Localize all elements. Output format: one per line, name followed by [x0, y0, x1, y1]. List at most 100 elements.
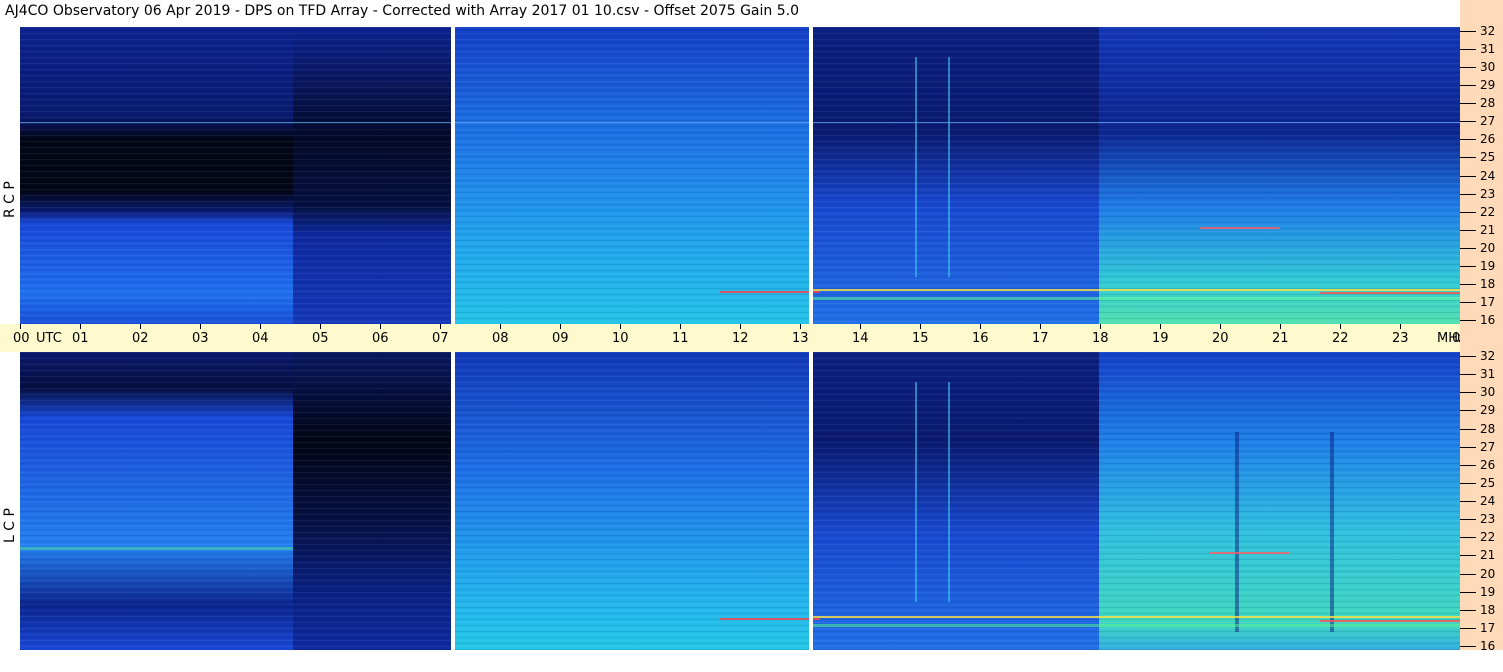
- lcp-spectrogram: [20, 352, 1460, 650]
- time-unit-label: UTC: [36, 331, 62, 346]
- time-tick-3: 03: [192, 331, 209, 346]
- data-gap-1: [451, 27, 455, 324]
- freq-tick-mark: [1460, 519, 1476, 520]
- time-tick-mark: [1160, 324, 1161, 329]
- time-tick-9: 09: [552, 331, 569, 346]
- time-tick-15: 15: [912, 331, 929, 346]
- freq-tick-mark: [1460, 537, 1476, 538]
- time-tick-mark: [800, 324, 801, 329]
- lcp-freq-axis: 32 31 30 29 28 27 26 25 24 23 22 21 20 19 18 17 16: [1460, 349, 1503, 653]
- freq-tick-mark: [1460, 49, 1476, 50]
- freq-tick-label: 26: [1480, 132, 1496, 146]
- time-tick-19: 19: [1152, 331, 1169, 346]
- freq-tick-label: 31: [1480, 42, 1496, 56]
- freq-tick-label: 25: [1480, 150, 1496, 164]
- time-tick-mark: [860, 324, 861, 329]
- time-tick-start: 00: [13, 331, 30, 346]
- freq-tick-mark: [1460, 284, 1476, 285]
- rcp-freq-axis: 32 31 30 29 28 27 26 25 24 23 22 21 20 19 18 17 16: [1460, 24, 1503, 327]
- time-tick-mark: [1040, 324, 1041, 329]
- freq-tick-label: 18: [1480, 603, 1496, 617]
- freq-tick-mark: [1460, 157, 1476, 158]
- time-tick-mark: [440, 324, 441, 329]
- freq-tick-mark: [1460, 194, 1476, 195]
- time-tick-mark: [620, 324, 621, 329]
- time-tick-13: 13: [792, 331, 809, 346]
- freq-tick-mark: [1460, 447, 1476, 448]
- data-gap-2: [809, 352, 813, 650]
- freq-tick-mark: [1460, 176, 1476, 177]
- data-gap-2: [809, 27, 813, 324]
- freq-tick-mark: [1460, 320, 1476, 321]
- freq-tick-label: 20: [1480, 241, 1496, 255]
- freq-tick-mark: [1460, 248, 1476, 249]
- freq-tick-mark: [1460, 374, 1476, 375]
- freq-tick-label: 21: [1480, 223, 1496, 237]
- freq-tick-label: 16: [1480, 313, 1496, 327]
- time-tick-22: 22: [1332, 331, 1349, 346]
- time-tick-5: 05: [312, 331, 329, 346]
- freq-tick-mark: [1460, 302, 1476, 303]
- rcp-spectrogram: [20, 27, 1460, 324]
- freq-tick-label: 30: [1480, 385, 1496, 399]
- time-tick-mark: [740, 324, 741, 329]
- time-tick-2: 02: [132, 331, 149, 346]
- time-tick-10: 10: [612, 331, 629, 346]
- freq-tick-mark: [1460, 610, 1476, 611]
- time-tick-mark: [1340, 324, 1341, 329]
- freq-tick-mark: [1460, 266, 1476, 267]
- freq-tick-label: 22: [1480, 530, 1496, 544]
- freq-tick-mark: [1460, 592, 1476, 593]
- time-tick-23: 23: [1392, 331, 1409, 346]
- time-tick-16: 16: [972, 331, 989, 346]
- time-tick-mark: [260, 324, 261, 329]
- freq-tick-mark: [1460, 67, 1476, 68]
- freq-tick-mark: [1460, 103, 1476, 104]
- freq-tick-label: 23: [1480, 512, 1496, 526]
- chart-title: AJ4CO Observatory 06 Apr 2019 - DPS on T…: [5, 3, 799, 19]
- freq-tick-mark: [1460, 465, 1476, 466]
- time-tick-18: 18: [1092, 331, 1109, 346]
- freq-tick-mark: [1460, 429, 1476, 430]
- lcp-label: L C P: [2, 508, 18, 543]
- freq-tick-mark: [1460, 483, 1476, 484]
- freq-tick-label: 22: [1480, 205, 1496, 219]
- time-tick-mark: [20, 324, 21, 329]
- time-tick-mark: [1220, 324, 1221, 329]
- freq-tick-label: 28: [1480, 96, 1496, 110]
- freq-tick-label: 16: [1480, 639, 1496, 653]
- freq-tick-label: 29: [1480, 403, 1496, 417]
- freq-tick-label: 32: [1480, 349, 1496, 363]
- freq-tick-mark: [1460, 628, 1476, 629]
- freq-tick-label: 19: [1480, 585, 1496, 599]
- freq-tick-label: 19: [1480, 259, 1496, 273]
- freq-tick-label: 32: [1480, 24, 1496, 38]
- freq-tick-mark: [1460, 85, 1476, 86]
- freq-tick-mark: [1460, 212, 1476, 213]
- time-tick-14: 14: [852, 331, 869, 346]
- freq-tick-label: 23: [1480, 187, 1496, 201]
- time-tick-1: 01: [72, 331, 89, 346]
- time-tick-mark: [1100, 324, 1101, 329]
- freq-tick-mark: [1460, 356, 1476, 357]
- time-tick-17: 17: [1032, 331, 1049, 346]
- freq-tick-mark: [1460, 501, 1476, 502]
- time-tick-20: 20: [1212, 331, 1229, 346]
- freq-axis-gap: [1460, 324, 1503, 352]
- freq-tick-label: 27: [1480, 114, 1496, 128]
- data-gap-1: [451, 352, 455, 650]
- freq-tick-mark: [1460, 31, 1476, 32]
- freq-tick-label: 30: [1480, 60, 1496, 74]
- freq-axis-corner: [1460, 0, 1503, 27]
- time-tick-mark: [980, 324, 981, 329]
- time-tick-7: 07: [432, 331, 449, 346]
- freq-tick-label: 20: [1480, 567, 1496, 581]
- freq-tick-mark: [1460, 121, 1476, 122]
- rcp-label: R C P: [2, 181, 18, 218]
- freq-tick-mark: [1460, 574, 1476, 575]
- time-tick-mark: [80, 324, 81, 329]
- freq-tick-label: 31: [1480, 367, 1496, 381]
- freq-tick-mark: [1460, 139, 1476, 140]
- time-tick-mark: [560, 324, 561, 329]
- time-tick-mark: [500, 324, 501, 329]
